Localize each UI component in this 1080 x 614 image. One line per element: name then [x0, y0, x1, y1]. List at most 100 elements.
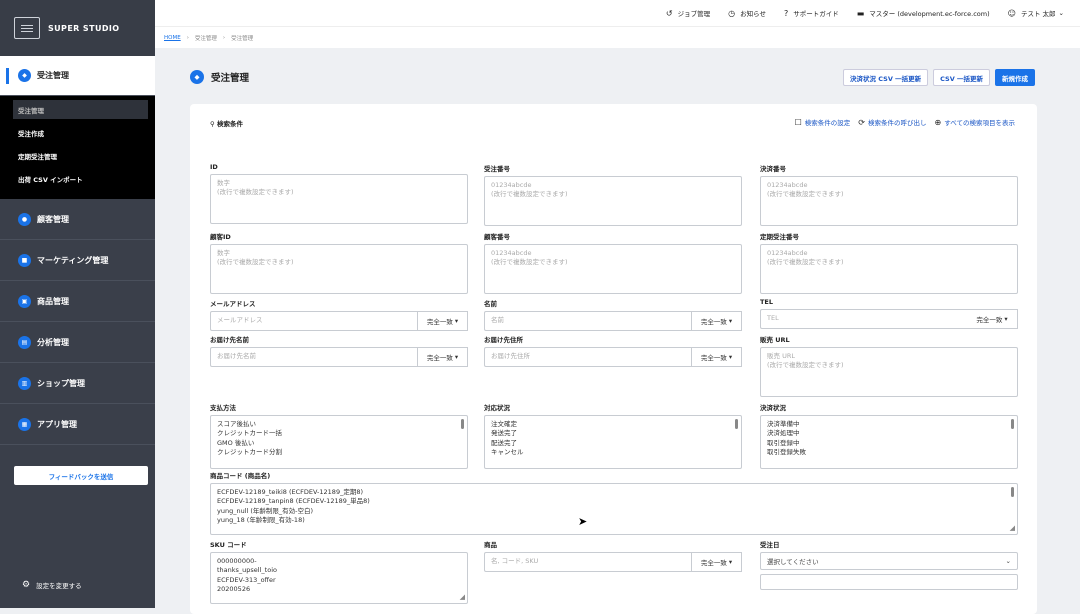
payment-no-label: 決済番号	[760, 165, 786, 173]
sidebar-item-apps[interactable]: ▦ アプリ管理	[0, 404, 155, 445]
submenu-item-order-list[interactable]: 受注管理	[13, 100, 148, 119]
payment-method-select[interactable]: スコア後払い クレジットカード一括 GMO 後払い クレジットカード分割	[210, 415, 468, 469]
subscription-no-label: 定期受注番号	[760, 233, 799, 241]
product-match-select[interactable]: 完全一致 ▾	[691, 552, 742, 572]
chevron-down-icon: ⌄	[1005, 557, 1011, 565]
name-match-value: 完全一致	[700, 318, 727, 326]
sidebar-item-label: 商品管理	[37, 296, 69, 306]
submenu-item-subscription[interactable]: 定期受注管理	[0, 144, 155, 167]
sidebar: SUPER STUDIO ◆ 受注管理 受注管理 受注作成 定期受注管理 出荷 …	[0, 0, 155, 608]
ship-address-match-select[interactable]: 完全一致 ▾	[691, 347, 742, 367]
customer-icon: ●	[18, 212, 31, 226]
tel-match-select[interactable]: 完全一致 ▾	[967, 309, 1018, 329]
scrollbar[interactable]	[735, 419, 738, 429]
order-date-select[interactable]: 選択してください ⌄	[760, 552, 1018, 570]
shop-icon: ▥	[18, 376, 31, 390]
email-match-select[interactable]: 完全一致 ▾	[417, 311, 468, 331]
payment-status-select[interactable]: 決済準備中 決済処理中 取引登録中 取引登録失敗	[760, 415, 1018, 469]
page-title: 受注管理	[211, 73, 250, 84]
sidebar-item-label: 受注管理	[37, 71, 69, 80]
page-actions: 決済状況 CSV 一括更新 CSV 一括更新 新規作成	[838, 69, 1035, 86]
name-input[interactable]: 名前	[484, 311, 691, 331]
show-all-link[interactable]: ⊕ すべての検索項目を表示	[935, 117, 1016, 128]
scrollbar[interactable]	[461, 419, 464, 429]
payment-status-field: 決済状況 決済準備中 決済処理中 取引登録中 取引登録失敗	[760, 402, 1018, 469]
customer-no-label: 顧客番号	[484, 233, 510, 241]
customer-id-textarea[interactable]: 数字 (改行で複数設定できます)	[210, 244, 468, 294]
submenu: 受注管理 受注作成 定期受注管理 出荷 CSV インポート	[0, 96, 155, 199]
order-date-label: 受注日	[760, 541, 780, 549]
resize-handle-icon[interactable]: ◢	[1010, 525, 1015, 532]
ship-address-label: お届け先住所	[484, 336, 523, 344]
sidebar-item-customers[interactable]: ● 顧客管理	[0, 199, 155, 240]
product-code-field: 商品コード (商品名) ECFDEV-12189_teiki8 (ECFDEV-…	[210, 470, 1018, 535]
email-match-value: 完全一致	[426, 318, 453, 326]
name-match-select[interactable]: 完全一致 ▾	[691, 311, 742, 331]
ship-name-match-select[interactable]: 完全一致 ▾	[417, 347, 468, 367]
id-textarea[interactable]: 数字 (改行で複数設定できます)	[210, 174, 468, 224]
payment-status-options: 決済準備中 決済処理中 取引登録中 取引登録失敗	[767, 420, 806, 457]
user-menu[interactable]: ☺ テスト 太郎 ⌄	[1008, 8, 1064, 19]
payment-method-label: 支払方法	[210, 404, 236, 412]
customer-no-field: 顧客番号 01234abcde (改行で複数設定できます)	[484, 231, 742, 294]
feedback-button[interactable]: フィードバックを送信	[14, 466, 148, 485]
order-no-textarea[interactable]: 01234abcde (改行で複数設定できます)	[484, 176, 742, 226]
csv-status-update-button[interactable]: 決済状況 CSV 一括更新	[842, 69, 929, 86]
help-icon: ?	[783, 8, 789, 18]
scrollbar[interactable]	[1011, 487, 1014, 497]
submenu-item-order-create[interactable]: 受注作成	[0, 121, 155, 144]
customer-id-label: 顧客ID	[210, 233, 231, 241]
payment-no-textarea[interactable]: 01234abcde (改行で複数設定できます)	[760, 176, 1018, 226]
sales-url-textarea[interactable]: 販売 URL (改行で複数設定できます)	[760, 347, 1018, 397]
sidebar-item-products[interactable]: ▣ 商品管理	[0, 281, 155, 322]
sidebar-item-label: アプリ管理	[37, 419, 77, 429]
sidebar-item-shop[interactable]: ▥ ショップ管理	[0, 363, 155, 404]
save-icon: ☐	[794, 117, 802, 127]
email-input[interactable]: メールアドレス	[210, 311, 417, 331]
customer-no-textarea[interactable]: 01234abcde (改行で複数設定できます)	[484, 244, 742, 294]
sidebar-item-orders[interactable]: ◆ 受注管理	[0, 56, 155, 96]
ship-address-input[interactable]: お届け先住所	[484, 347, 691, 367]
ship-name-input[interactable]: お届け先名前	[210, 347, 417, 367]
csv-bulk-update-button[interactable]: CSV 一括更新	[933, 69, 990, 86]
breadcrumb-item[interactable]: 受注管理	[195, 34, 217, 42]
order-date-field: 受注日 選択してください ⌄	[760, 539, 1018, 590]
order-date-range-input[interactable]	[760, 574, 1018, 590]
resize-handle-icon[interactable]: ◢	[460, 594, 465, 601]
store-icon: ▬	[856, 8, 865, 18]
recall-condition-label: 検索条件の呼び出し	[868, 119, 927, 127]
support-label: サポートガイド	[793, 10, 839, 18]
order-icon: ◆	[190, 70, 204, 84]
new-button[interactable]: 新規作成	[995, 69, 1035, 86]
gear-icon: ⚙	[22, 580, 31, 590]
payment-method-field: 支払方法 スコア後払い クレジットカード一括 GMO 後払い クレジットカード分…	[210, 402, 468, 469]
sidebar-item-analytics[interactable]: ▤ 分析管理	[0, 322, 155, 363]
ship-name-label: お届け先名前	[210, 336, 249, 344]
scrollbar[interactable]	[1011, 419, 1014, 429]
ship-status-label: 対応状況	[484, 404, 510, 412]
shop-link[interactable]: ▬ マスター (development.ec-force.com)	[856, 8, 990, 19]
analytics-icon: ▤	[18, 335, 31, 349]
tel-input[interactable]: TEL	[760, 309, 967, 329]
submenu-item-csv-import[interactable]: 出荷 CSV インポート	[0, 167, 155, 190]
ship-name-field: お届け先名前 お届け先名前 完全一致 ▾	[210, 334, 468, 367]
email-label: メールアドレス	[210, 300, 256, 308]
search-links: ☐ 検索条件の設定 ⟳ 検索条件の呼び出し ⊕ すべての検索項目を表示	[787, 117, 1016, 128]
settings-link[interactable]: ⚙ 設定を変更する	[22, 580, 82, 590]
job-link[interactable]: ↺ ジョブ管理	[666, 8, 710, 19]
recall-condition-link[interactable]: ⟳ 検索条件の呼び出し	[858, 117, 927, 128]
product-input[interactable]: 名, コード, SKU	[484, 552, 691, 572]
product-code-select[interactable]: ECFDEV-12189_teiki8 (ECFDEV-12189_定期8) E…	[210, 483, 1018, 535]
logo[interactable]: SUPER STUDIO	[0, 0, 155, 56]
sidebar-item-marketing[interactable]: ■ マーケティング管理	[0, 240, 155, 281]
sku-field: SKU コード 000000000- thanks_upsell_toio EC…	[210, 539, 468, 604]
ship-status-select[interactable]: 注文確定 発送完了 配送完了 キャンセル	[484, 415, 742, 469]
subscription-no-textarea[interactable]: 01234abcde (改行で複数設定できます)	[760, 244, 1018, 294]
id-field: ID 数字 (改行で複数設定できます)	[210, 163, 468, 224]
sku-select[interactable]: 000000000- thanks_upsell_toio ECFDEV-313…	[210, 552, 468, 604]
news-link[interactable]: ◷ お知らせ	[728, 8, 766, 19]
product-code-label: 商品コード (商品名)	[210, 472, 271, 480]
support-link[interactable]: ? サポートガイド	[783, 8, 839, 19]
save-condition-link[interactable]: ☐ 検索条件の設定	[794, 117, 851, 128]
breadcrumb-home[interactable]: HOME	[164, 35, 181, 41]
